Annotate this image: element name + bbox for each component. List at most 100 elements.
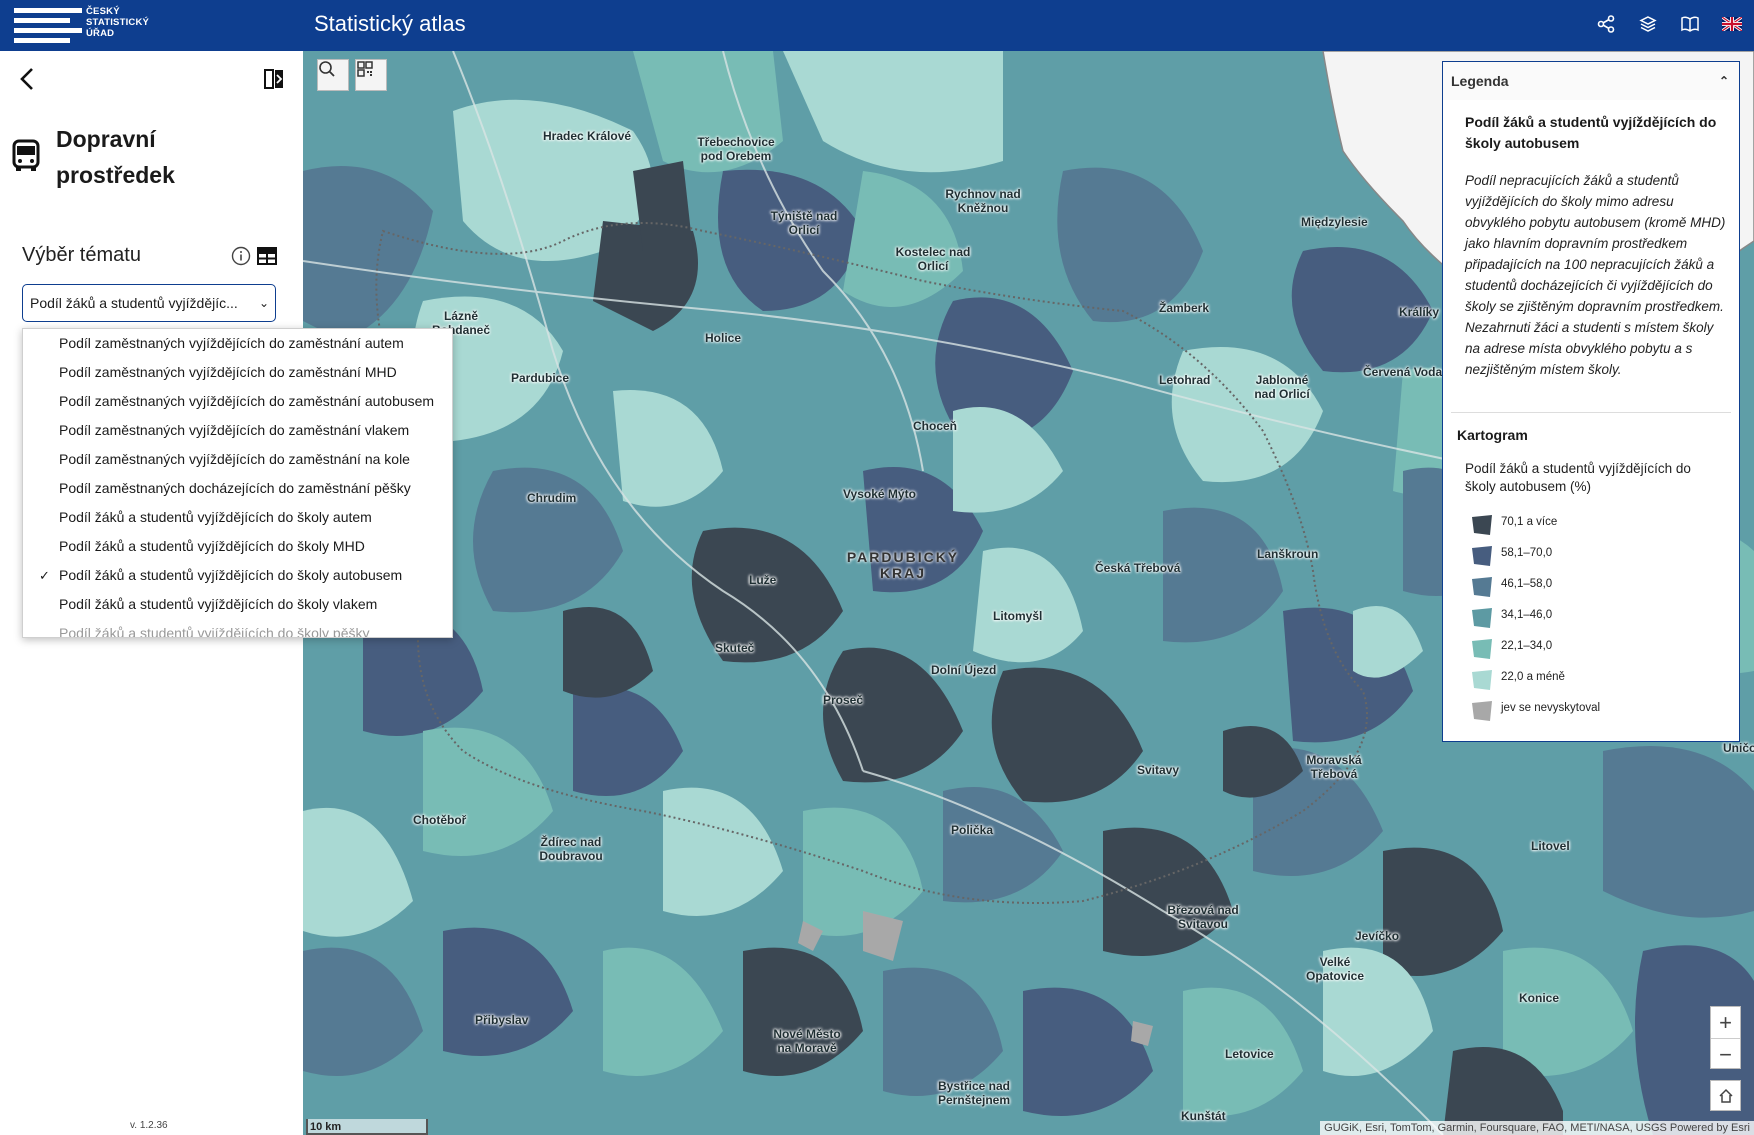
- topic-select[interactable]: Podíl žáků a studentů vyjíždějíc... ⌄: [22, 284, 276, 322]
- map-attribution: GUGiK, Esri, TomTom, Garmin, Foursquare,…: [1320, 1121, 1754, 1135]
- legend-class-label: 46,1–58,0: [1501, 578, 1553, 590]
- dropdown-item[interactable]: Podíl žáků a studentů vyjíždějících do š…: [23, 532, 452, 561]
- version-text: v. 1.2.36: [130, 1120, 168, 1131]
- chevron-down-icon: ⌄: [258, 296, 269, 310]
- zoom-out-button[interactable]: −: [1711, 1039, 1740, 1070]
- zoom-in-button[interactable]: +: [1711, 1007, 1740, 1039]
- place-label: Velké Opatovice: [1305, 955, 1365, 983]
- dropdown-item[interactable]: Podíl zaměstnaných vyjíždějících do zamě…: [23, 387, 452, 416]
- back-button[interactable]: [14, 65, 42, 93]
- region-label: PARDUBICKÝ KRAJ: [846, 549, 960, 581]
- place-label: Přibyslav: [475, 1013, 529, 1027]
- place-label: Choceň: [913, 419, 958, 433]
- book-icon[interactable]: [1678, 12, 1702, 36]
- logo-text: ČESKÝ STATISTICKÝ ÚŘAD: [86, 6, 150, 39]
- dropdown-item[interactable]: Podíl žáků a studentů vyjíždějících do š…: [23, 619, 452, 637]
- legend-class-label: 22,1–34,0: [1501, 640, 1553, 652]
- place-label: Kostelec nad Orlicí: [895, 245, 971, 273]
- place-label: Jablonné nad Orlicí: [1254, 373, 1310, 401]
- legend-divider: [1451, 412, 1731, 413]
- layers-icon[interactable]: [1636, 12, 1660, 36]
- place-label: Letohrad: [1159, 373, 1211, 387]
- place-label: Holice: [705, 331, 742, 345]
- search-icon: [319, 61, 335, 77]
- topic-label: Výběr tématu: [22, 244, 141, 266]
- place-label: Kunštát: [1181, 1109, 1226, 1123]
- place-label: Letovice: [1225, 1047, 1274, 1061]
- theme-title: Dopravní prostředek: [56, 126, 175, 188]
- place-label: Červená Voda: [1363, 365, 1443, 379]
- place-label: Žamberk: [1159, 301, 1210, 315]
- legend-title: Legenda: [1451, 73, 1509, 89]
- legend-swatch: [1472, 577, 1492, 597]
- place-label: Bystřice nad Pernštejnem: [937, 1079, 1011, 1107]
- place-label: Králíky: [1399, 305, 1440, 319]
- place-label: Luže: [749, 573, 777, 587]
- legend-class-label: 22,0 a méně: [1501, 671, 1565, 683]
- qr-code-button[interactable]: [355, 59, 387, 91]
- place-label: Hradec Králové: [543, 129, 632, 143]
- place-label: Skuteč: [715, 641, 755, 655]
- kartogram-label: Kartogram: [1457, 427, 1528, 443]
- dropdown-item[interactable]: Podíl žáků a studentů vyjíždějících do š…: [23, 503, 452, 532]
- place-label: Moravská Třebová: [1306, 753, 1362, 781]
- dropdown-item[interactable]: Podíl žáků a studentů vyjíždějících do š…: [23, 590, 452, 619]
- map-search-button[interactable]: [317, 59, 349, 91]
- info-icon[interactable]: [231, 246, 251, 266]
- zoom-controls: + −: [1710, 1006, 1741, 1069]
- legend-class-label: 34,1–46,0: [1501, 609, 1553, 621]
- topic-dropdown-menu: Podíl zaměstnaných vyjíždějících do zamě…: [22, 328, 453, 638]
- legend-class-label: 70,1 a více: [1501, 516, 1558, 528]
- legend-header[interactable]: Legenda ⌃: [1443, 62, 1739, 100]
- place-label: Pardubice: [511, 371, 570, 385]
- legend-swatch: [1472, 639, 1492, 659]
- place-label: Litovel: [1531, 839, 1570, 853]
- place-label: Rychnov nad Kněžnou: [945, 187, 1021, 215]
- legend-swatch: [1472, 546, 1492, 566]
- english-flag-icon[interactable]: [1720, 12, 1744, 36]
- legend-description: Podíl nepracujících žáků a studentů vyjí…: [1465, 173, 1726, 377]
- share-icon[interactable]: [1594, 12, 1618, 36]
- chevron-up-icon[interactable]: ⌃: [1719, 62, 1729, 100]
- legend-swatch: [1472, 670, 1492, 690]
- place-label: Týniště nad Orlicí: [770, 209, 838, 237]
- app-header: ČESKÝ STATISTICKÝ ÚŘAD Statistický atlas: [0, 0, 1754, 51]
- place-label: Polička: [951, 823, 994, 837]
- qr-code-icon: [357, 61, 373, 77]
- home-button[interactable]: [1710, 1080, 1741, 1111]
- place-label: Międzylesie: [1301, 215, 1368, 229]
- legend-swatch: [1472, 701, 1492, 721]
- swap-panel-button[interactable]: [262, 67, 286, 91]
- dropdown-item-selected[interactable]: ✓ Podíl žáků a studentů vyjíždějících do …: [23, 561, 452, 590]
- legend-layer-title: Podíl žáků a studentů vyjíždějících do š…: [1465, 114, 1717, 151]
- dropdown-item[interactable]: Podíl zaměstnaných vyjíždějících do zamě…: [23, 358, 452, 387]
- dropdown-item[interactable]: Podíl zaměstnaných docházejících do zamě…: [23, 474, 452, 503]
- dropdown-item[interactable]: Podíl zaměstnaných vyjíždějících do zamě…: [23, 445, 452, 474]
- place-label: Ždírec nad Doubravou: [539, 835, 603, 863]
- place-label: Svitavy: [1137, 763, 1180, 777]
- legend-panel: Legenda ⌃ Podíl žáků a studentů vyjížděj…: [1442, 61, 1740, 742]
- place-label: Konice: [1519, 991, 1560, 1005]
- place-label: Vysoké Mýto: [843, 487, 916, 501]
- legend-swatch: [1472, 515, 1492, 535]
- place-label: Uničov: [1723, 741, 1754, 755]
- place-label: Chotěboř: [413, 813, 467, 827]
- legend-subtitle: Podíl žáků a studentů vyjíždějících do š…: [1465, 461, 1691, 494]
- topic-select-value: Podíl žáků a studentů vyjíždějíc...: [30, 295, 238, 311]
- table-icon[interactable]: [257, 247, 277, 265]
- dropdown-item[interactable]: Podíl zaměstnaných vyjíždějících do zamě…: [23, 329, 452, 358]
- place-label: Chrudim: [527, 491, 577, 505]
- place-label: Třebechovice pod Orebem: [697, 135, 775, 163]
- dropdown-item[interactable]: Podíl zaměstnaných vyjíždějících do zamě…: [23, 416, 452, 445]
- place-label: Litomyšl: [993, 609, 1043, 623]
- chevron-left-icon: [20, 68, 33, 90]
- place-label: Proseč: [823, 693, 864, 707]
- place-label: Jevíčko: [1355, 929, 1400, 943]
- app-title: Statistický atlas: [314, 11, 466, 36]
- scale-bar: 10 km: [306, 1119, 428, 1135]
- checkmark-icon: ✓: [39, 568, 50, 583]
- place-label: Březová nad Svitavou: [1167, 903, 1239, 931]
- czso-logo[interactable]: ČESKÝ STATISTICKÝ ÚŘAD: [14, 6, 154, 44]
- legend-swatch: [1472, 608, 1492, 628]
- legend-class-label: jev se nevyskytoval: [1501, 702, 1601, 714]
